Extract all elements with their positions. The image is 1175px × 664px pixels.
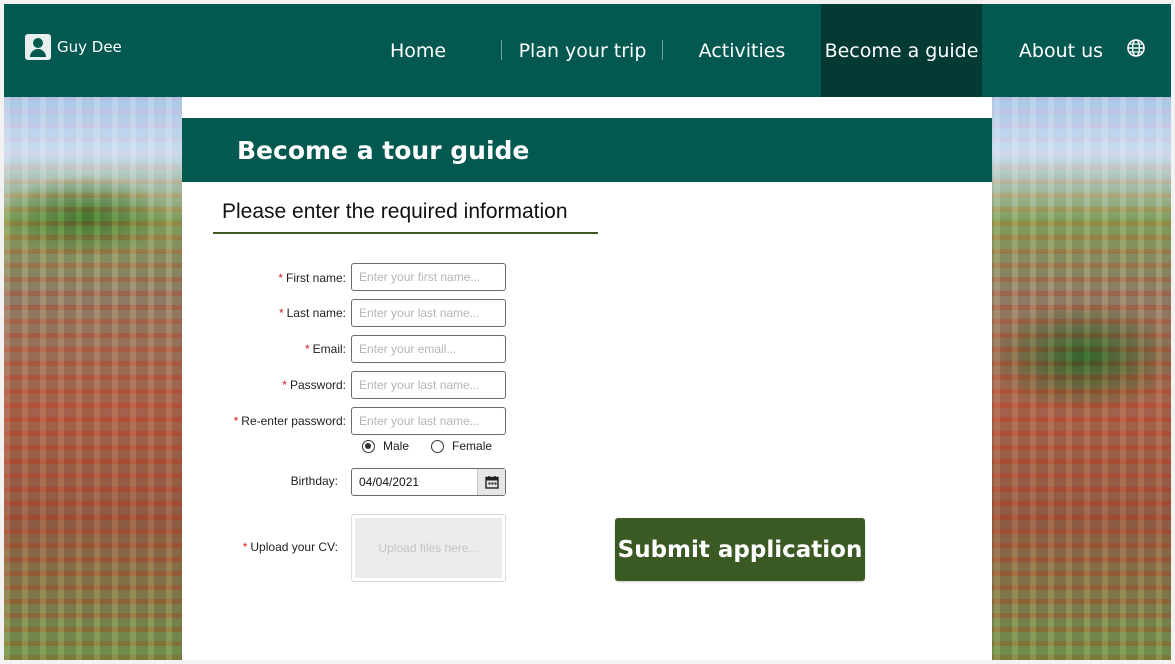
main-nav: Home Plan your trip Activities Become a … xyxy=(334,4,1140,97)
calendar-icon[interactable] xyxy=(477,469,505,495)
required-marker: * xyxy=(282,378,287,392)
first-name-label: * First name: xyxy=(278,271,346,285)
globe-icon[interactable] xyxy=(1126,38,1146,58)
last-name-label: * Last name: xyxy=(278,306,346,320)
form-subtitle-text: Please enter the required information xyxy=(222,200,568,223)
user-avatar-icon xyxy=(25,34,51,60)
radio-male-label: Male xyxy=(383,439,410,453)
page-banner: Become a tour guide xyxy=(182,118,992,182)
password-input[interactable]: Enter your last name... xyxy=(351,371,506,399)
required-marker: * xyxy=(278,271,283,285)
upload-cv-placeholder: Upload files here... xyxy=(355,518,502,578)
nav-become-a-guide[interactable]: Become a guide xyxy=(821,4,982,97)
gender-radio-group: Male Female xyxy=(362,439,492,453)
required-marker: * xyxy=(304,342,310,356)
page-title: Become a tour guide xyxy=(237,135,530,165)
submit-application-button[interactable]: Submit application xyxy=(615,518,865,581)
first-name-input[interactable]: Enter your first name... xyxy=(351,263,506,291)
birthday-date-input[interactable]: 04/04/2021 xyxy=(351,468,506,496)
required-marker: * xyxy=(242,540,248,554)
required-marker: * xyxy=(233,414,239,428)
form-subtitle: Please enter the required information xyxy=(213,200,598,234)
nav-plan-your-trip[interactable]: Plan your trip xyxy=(502,4,663,97)
nav-about-us[interactable]: About us xyxy=(982,4,1140,97)
reenter-password-label: * Re-enter password: xyxy=(233,414,346,428)
required-marker: * xyxy=(278,306,284,320)
nav-home[interactable]: Home xyxy=(334,4,502,97)
user-profile[interactable]: Guy Dee xyxy=(25,34,122,60)
reenter-password-input[interactable]: Enter your last name... xyxy=(351,407,506,435)
email-label: * Email: xyxy=(304,342,346,356)
radio-female-label: Female xyxy=(452,439,493,453)
radio-male[interactable] xyxy=(362,439,375,453)
last-name-input[interactable]: Enter your last name... xyxy=(351,299,506,327)
upload-cv-label: * Upload your CV: xyxy=(242,540,338,554)
radio-female[interactable] xyxy=(431,439,445,453)
top-navigation-bar: Guy Dee Home Plan your trip Activities B… xyxy=(4,4,1171,97)
upload-cv-dropzone[interactable]: Upload files here... xyxy=(351,514,506,582)
birthday-label: Birthday: xyxy=(290,474,338,488)
birthday-value: 04/04/2021 xyxy=(359,475,420,489)
email-input[interactable]: Enter your email... xyxy=(351,335,506,363)
application-card: Become a tour guide Please enter the req… xyxy=(182,97,992,660)
password-label: * Password: xyxy=(282,378,346,392)
user-name: Guy Dee xyxy=(57,38,122,56)
app-frame: Guy Dee Home Plan your trip Activities B… xyxy=(4,4,1171,660)
nav-activities[interactable]: Activities xyxy=(663,4,821,97)
